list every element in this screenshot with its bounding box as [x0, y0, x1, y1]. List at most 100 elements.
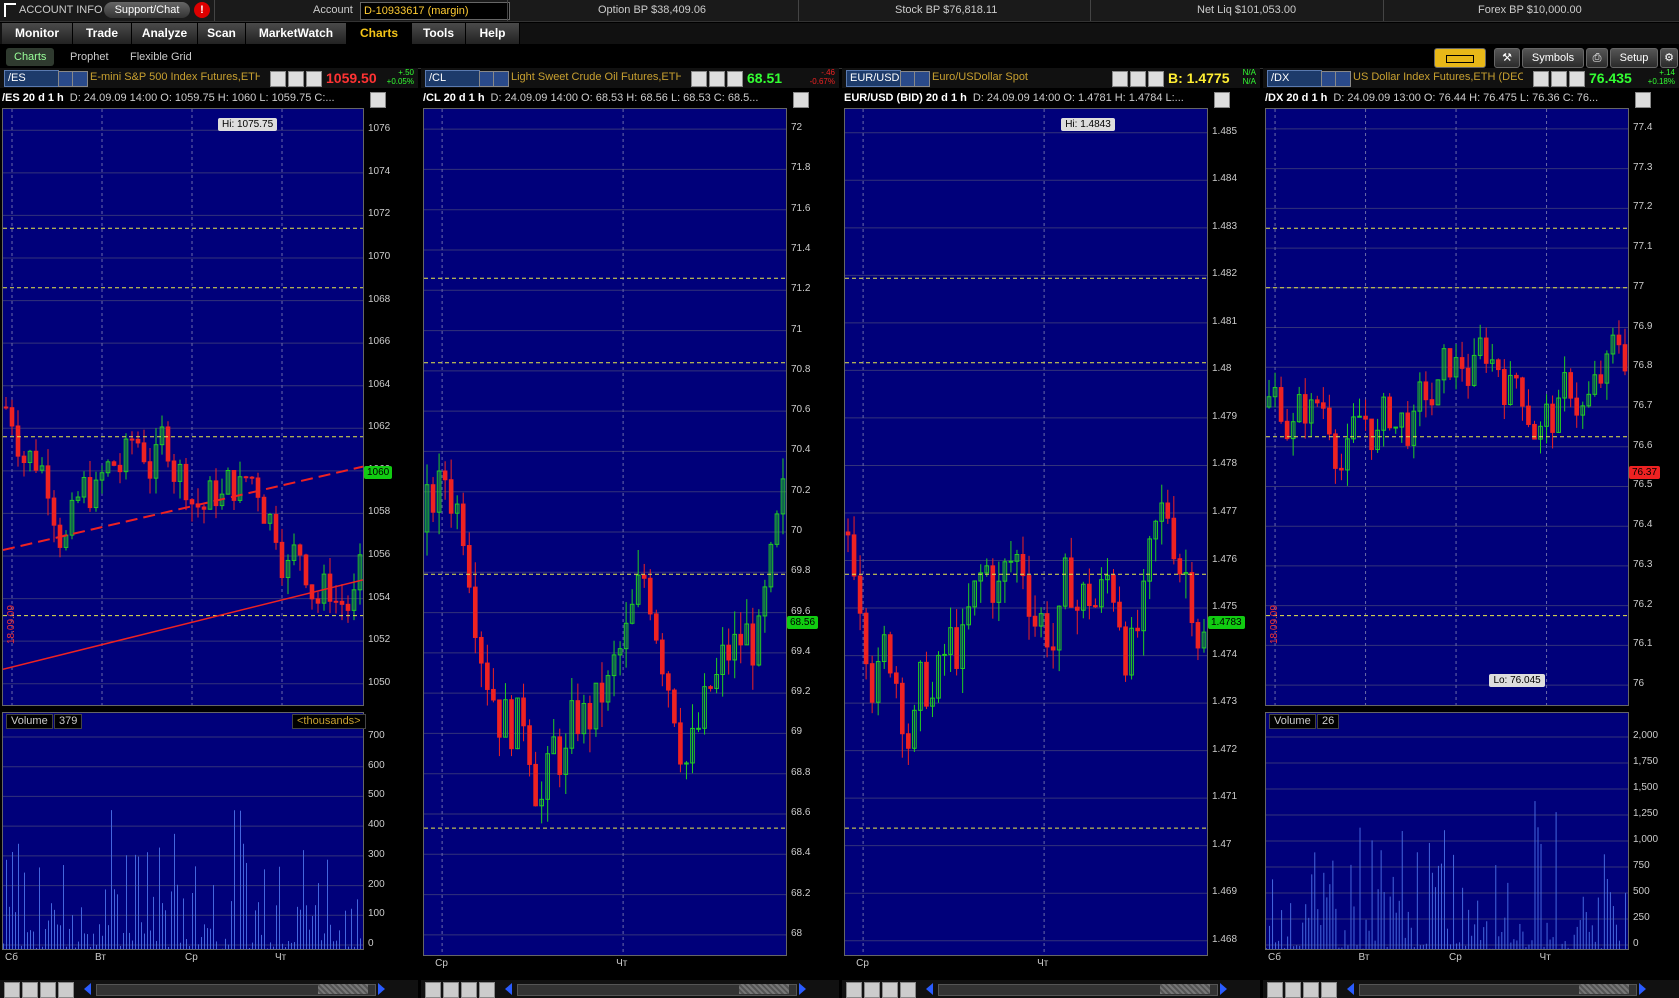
trend-line: [3, 579, 363, 670]
zoom-out-icon[interactable]: [461, 982, 477, 998]
symbol-input[interactable]: /DX: [1267, 70, 1322, 87]
zoom-out-icon[interactable]: [40, 982, 56, 998]
candle-body: [189, 499, 195, 505]
symbol-input[interactable]: /CL: [425, 70, 480, 87]
study-icon[interactable]: [1533, 71, 1549, 87]
candle-body: [297, 544, 303, 556]
style-icon[interactable]: [1635, 92, 1651, 108]
scrollbar-thumb[interactable]: [1160, 984, 1210, 994]
zoom-in-icon[interactable]: [1285, 982, 1301, 998]
zoom-in-icon[interactable]: [22, 982, 38, 998]
volume-chart[interactable]: [2, 712, 364, 950]
scrollbar-thumb[interactable]: [318, 984, 368, 994]
account-selector[interactable]: D-10933617 (margin): [360, 2, 510, 20]
menu-tab-tools[interactable]: Tools: [412, 23, 466, 44]
scroll-right-icon[interactable]: [1639, 983, 1646, 995]
symbol-input[interactable]: EUR/USD: [846, 70, 901, 87]
cursor-icon[interactable]: [900, 982, 916, 998]
print-button[interactable]: ⎙: [1586, 48, 1608, 68]
menu-tab-analyze[interactable]: Analyze: [132, 23, 198, 44]
scroll-right-icon[interactable]: [1220, 983, 1227, 995]
study-icon[interactable]: [270, 71, 286, 87]
price-chart[interactable]: [2, 108, 364, 706]
grid-icon[interactable]: [846, 982, 862, 998]
menu-tab-help[interactable]: Help: [466, 23, 520, 44]
volume-bar: [234, 810, 235, 949]
volume-bar: [1528, 944, 1530, 949]
settings-button[interactable]: ⚙: [1660, 48, 1678, 68]
menu-tab-marketwatch[interactable]: MarketWatch: [246, 23, 347, 44]
setup-button[interactable]: Setup: [1610, 48, 1658, 68]
subtab-charts[interactable]: Charts: [6, 48, 55, 66]
symbols-button[interactable]: Symbols: [1522, 48, 1584, 68]
scrollbar-thumb[interactable]: [1579, 984, 1629, 994]
chart-aggregation[interactable]: EUR/USD (BID) 20 d 1 h: [844, 92, 967, 104]
style-icon[interactable]: [793, 92, 809, 108]
study-icon[interactable]: [691, 71, 707, 87]
chart-aggregation[interactable]: /DX 20 d 1 h: [1265, 92, 1327, 104]
grid-icon[interactable]: [1267, 982, 1283, 998]
subtab-prophet[interactable]: Prophet: [70, 48, 109, 66]
draw-icon[interactable]: [1551, 71, 1567, 87]
account-info-label[interactable]: ACCOUNT INFO: [4, 0, 103, 21]
zoom-out-icon[interactable]: [882, 982, 898, 998]
link-icon[interactable]: [493, 71, 509, 87]
cursor-icon[interactable]: [58, 982, 74, 998]
settings-icon[interactable]: [1569, 71, 1585, 87]
price-chart[interactable]: [423, 108, 787, 956]
grid-layout-button[interactable]: [1434, 48, 1486, 68]
support-chat-button[interactable]: Support/Chat: [104, 2, 190, 18]
candle-body: [111, 461, 117, 466]
chart-aggregation[interactable]: /CL 20 d 1 h: [423, 92, 485, 104]
menu-tab-charts[interactable]: Charts: [347, 23, 412, 44]
zoom-in-icon[interactable]: [443, 982, 459, 998]
scrollbar-thumb[interactable]: [739, 984, 789, 994]
draw-icon[interactable]: [1130, 71, 1146, 87]
style-icon[interactable]: [1214, 92, 1230, 108]
link-icon[interactable]: [1335, 71, 1351, 87]
settings-icon[interactable]: [1148, 71, 1164, 87]
zoom-in-icon[interactable]: [864, 982, 880, 998]
symbol-input[interactable]: /ES: [4, 70, 59, 87]
volume-bar: [1425, 943, 1427, 949]
zoom-out-icon[interactable]: [1303, 982, 1319, 998]
link-icon[interactable]: [72, 71, 88, 87]
alert-icon[interactable]: !: [194, 2, 210, 18]
candle-body: [1020, 553, 1026, 577]
volume-bar: [1534, 801, 1536, 949]
study-icon[interactable]: [1112, 71, 1128, 87]
grid-icon[interactable]: [4, 982, 20, 998]
drawing-tool-button[interactable]: ⚒: [1494, 48, 1520, 68]
price-chart[interactable]: [844, 108, 1208, 956]
volume-bar: [207, 928, 208, 949]
chart-aggregation[interactable]: /ES 20 d 1 h: [2, 92, 64, 104]
chart-bottom-bar: [421, 980, 839, 998]
volume-value: 26: [1317, 714, 1340, 729]
volume-chart[interactable]: [1265, 712, 1629, 950]
volume-bar: [1603, 854, 1605, 949]
draw-icon[interactable]: [288, 71, 304, 87]
settings-icon[interactable]: [306, 71, 322, 87]
y-tick-label: 1054: [368, 591, 391, 603]
draw-icon[interactable]: [709, 71, 725, 87]
scroll-left-icon[interactable]: [1347, 983, 1354, 995]
link-icon[interactable]: [914, 71, 930, 87]
cursor-icon[interactable]: [1321, 982, 1337, 998]
grid-icon[interactable]: [425, 982, 441, 998]
scroll-right-icon[interactable]: [799, 983, 806, 995]
scroll-right-icon[interactable]: [378, 983, 385, 995]
cursor-icon[interactable]: [479, 982, 495, 998]
candle-body: [708, 686, 713, 689]
volume-bar: [42, 946, 43, 949]
price-chart[interactable]: [1265, 108, 1629, 706]
scroll-left-icon[interactable]: [84, 983, 91, 995]
menu-tab-trade[interactable]: Trade: [73, 23, 132, 44]
menu-tab-scan[interactable]: Scan: [198, 23, 246, 44]
menu-tab-monitor[interactable]: Monitor: [2, 23, 73, 44]
style-icon[interactable]: [370, 92, 386, 108]
y-tick-label: 69.6: [791, 605, 811, 617]
subtab-flexible-grid[interactable]: Flexible Grid: [130, 48, 192, 66]
settings-icon[interactable]: [727, 71, 743, 87]
scroll-left-icon[interactable]: [926, 983, 933, 995]
scroll-left-icon[interactable]: [505, 983, 512, 995]
